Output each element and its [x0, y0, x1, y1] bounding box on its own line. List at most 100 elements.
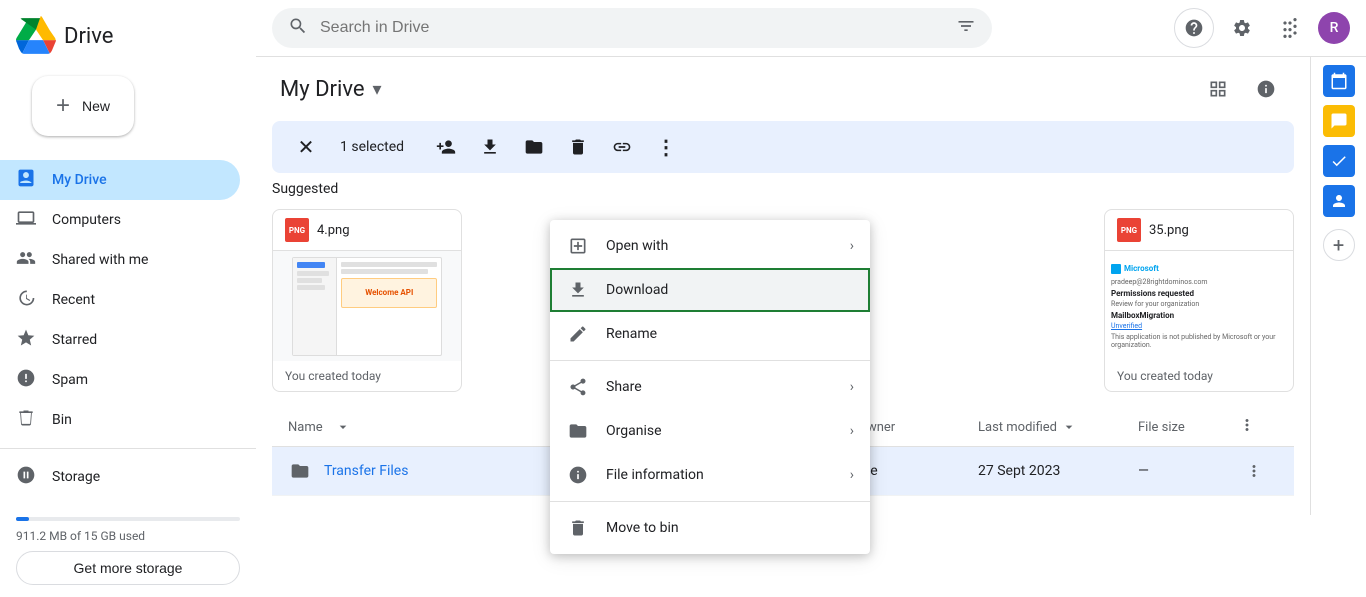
plus-icon: +: [56, 92, 70, 120]
support-button[interactable]: [1174, 8, 1214, 48]
apps-button[interactable]: [1270, 8, 1310, 48]
shared-icon: [16, 248, 36, 272]
col-size-header: File size: [1138, 420, 1238, 435]
col-actions-header: [1238, 416, 1278, 438]
grid-view-button[interactable]: [1198, 69, 1238, 109]
file-card-footer: You created today: [273, 361, 461, 391]
menu-item-label: Download: [606, 282, 668, 298]
plus-icon: +: [1333, 233, 1344, 257]
storage-section: 911.2 MB of 15 GB used Get more storage: [0, 497, 256, 597]
col-modified-cell: 27 Sept 2023: [978, 463, 1138, 479]
col-actions-cell: [1238, 455, 1278, 487]
drive-header: My Drive ▾: [256, 57, 1310, 121]
file-card-4png[interactable]: PNG 4.png: [272, 209, 462, 392]
file-card-date: You created today: [285, 369, 381, 383]
storage-icon: [16, 465, 36, 489]
menu-item-file-information[interactable]: File information ›: [550, 453, 870, 497]
menu-item-share[interactable]: Share ›: [550, 365, 870, 409]
calendar-button[interactable]: [1323, 65, 1355, 97]
recent-icon: [16, 288, 36, 312]
sidebar-nav: My Drive Computers Shared with me: [0, 160, 256, 497]
file-name-cell: Transfer Files: [324, 463, 408, 479]
sidebar-item-bin[interactable]: Bin: [0, 400, 240, 440]
sidebar-item-spam[interactable]: Spam: [0, 360, 240, 400]
sidebar-item-shared[interactable]: Shared with me: [0, 240, 240, 280]
row-more-button[interactable]: [1238, 455, 1270, 487]
file-card-35png[interactable]: PNG 35.png Microsoft: [1104, 209, 1294, 392]
link-button[interactable]: [604, 129, 640, 165]
my-drive-icon: [16, 168, 36, 192]
sidebar-item-recent[interactable]: Recent: [0, 280, 240, 320]
filter-icon[interactable]: [956, 16, 976, 40]
arrow-icon: ›: [850, 423, 854, 439]
sort-icon: [335, 419, 351, 435]
png-file-icon: PNG: [285, 218, 309, 242]
arrow-icon: ›: [850, 467, 854, 483]
tasks-button[interactable]: [1323, 145, 1355, 177]
right-panel: +: [1310, 57, 1366, 515]
bin-icon: [566, 516, 590, 540]
drive-logo: [16, 16, 56, 56]
search-icon: [288, 16, 308, 40]
contacts-button[interactable]: [1323, 185, 1355, 217]
computers-icon: [16, 208, 36, 232]
sidebar-item-my-drive[interactable]: My Drive: [0, 160, 240, 200]
col-size-cell: —: [1138, 463, 1238, 479]
search-input[interactable]: [320, 19, 944, 37]
file-card-footer-35: You created today: [1105, 361, 1293, 391]
drive-title-arrow: ▾: [373, 79, 382, 100]
info-button[interactable]: [1246, 69, 1286, 109]
more-actions-button[interactable]: ⋮: [648, 129, 684, 165]
menu-item-label: Rename: [606, 326, 657, 342]
bin-icon: [16, 408, 36, 432]
search-bar[interactable]: [272, 8, 992, 48]
menu-item-move-to-bin[interactable]: Move to bin: [550, 506, 870, 550]
sidebar-item-label: Storage: [52, 469, 100, 485]
sidebar-item-starred[interactable]: Starred: [0, 320, 240, 360]
file-card-header: PNG 35.png: [1105, 210, 1293, 251]
add-person-button[interactable]: [428, 129, 464, 165]
user-avatar[interactable]: R: [1318, 12, 1350, 44]
download-button[interactable]: [472, 129, 508, 165]
file-card-name: 35.png: [1149, 223, 1189, 238]
sidebar-item-label: Computers: [52, 212, 121, 228]
col-owner-header: Owner: [858, 420, 978, 435]
menu-item-organise[interactable]: Organise ›: [550, 409, 870, 453]
new-button[interactable]: + New: [32, 76, 134, 136]
move-button[interactable]: [516, 129, 552, 165]
add-widget-button[interactable]: +: [1323, 229, 1355, 261]
sidebar-item-label: Starred: [52, 332, 97, 348]
menu-item-label: Share: [606, 379, 642, 395]
close-selection-button[interactable]: ✕: [288, 129, 324, 165]
settings-button[interactable]: [1222, 8, 1262, 48]
chat-button[interactable]: [1323, 105, 1355, 137]
get-storage-button[interactable]: Get more storage: [16, 551, 240, 585]
app-title: Drive: [64, 24, 113, 49]
rename-icon: [566, 322, 590, 346]
drive-title-text: My Drive: [280, 77, 365, 102]
selection-bar: ✕ 1 selected: [272, 121, 1294, 173]
delete-button[interactable]: [560, 129, 596, 165]
file-card-name: 4.png: [317, 223, 350, 238]
menu-item-rename[interactable]: Rename: [550, 312, 870, 356]
list-options-icon[interactable]: [1238, 416, 1256, 434]
sidebar-item-storage[interactable]: Storage: [0, 457, 240, 497]
organise-icon: [566, 419, 590, 443]
col-owner-cell: me: [858, 463, 978, 479]
share-icon: [566, 375, 590, 399]
starred-icon: [16, 328, 36, 352]
sidebar-item-computers[interactable]: Computers: [0, 200, 240, 240]
menu-divider-1: [550, 360, 870, 361]
drive-title-button[interactable]: My Drive ▾: [280, 77, 382, 102]
sidebar: Drive + New My Drive: [0, 0, 256, 515]
sidebar-item-label: Spam: [52, 372, 88, 388]
folder-icon: [288, 461, 312, 481]
arrow-icon: ›: [850, 238, 854, 254]
menu-item-label: Open with: [606, 238, 668, 254]
storage-bar-container: [16, 517, 240, 521]
storage-text: 911.2 MB of 15 GB used: [16, 529, 240, 543]
arrow-icon: ›: [850, 379, 854, 395]
menu-item-download[interactable]: Download: [550, 268, 870, 312]
menu-item-open-with[interactable]: Open with ›: [550, 224, 870, 268]
file-card-date-35: You created today: [1117, 369, 1213, 383]
